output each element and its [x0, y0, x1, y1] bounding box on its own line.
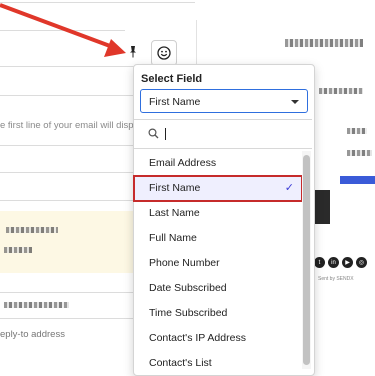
list-item-first-name[interactable]: First Name ✓	[133, 175, 303, 202]
list-item-phone-number[interactable]: Phone Number	[134, 251, 302, 276]
search-icon	[148, 128, 159, 139]
list-item-contact-ip-address[interactable]: Contact's IP Address	[134, 326, 302, 351]
dropdown-title: Select Field	[141, 73, 203, 85]
field-select-value: First Name	[149, 96, 201, 108]
list-item-label: Contact's IP Address	[149, 332, 246, 344]
list-item-label: Time Subscribed	[149, 307, 228, 319]
list-item-contact-list[interactable]: Contact's List	[134, 351, 302, 376]
checkmark-icon: ✓	[284, 182, 294, 194]
scrollbar-thumb[interactable]	[303, 155, 310, 365]
list-item-label: Date Subscribed	[149, 282, 227, 294]
list-item-label: Full Name	[149, 232, 197, 244]
search-input[interactable]	[165, 128, 166, 140]
list-item-last-name[interactable]: Last Name	[134, 201, 302, 226]
list-item-label: Phone Number	[149, 257, 220, 269]
select-field-dropdown: Select Field First Name Email Address Fi…	[133, 64, 315, 376]
list-item-label: Email Address	[149, 157, 217, 169]
field-select[interactable]: First Name	[140, 89, 308, 113]
list-item-email-address[interactable]: Email Address	[134, 151, 302, 176]
list-item-label: Last Name	[149, 207, 200, 219]
list-item-time-subscribed[interactable]: Time Subscribed	[134, 301, 302, 326]
field-search[interactable]	[134, 119, 312, 149]
list-item-full-name[interactable]: Full Name	[134, 226, 302, 251]
list-item-date-subscribed[interactable]: Date Subscribed	[134, 276, 302, 301]
list-item-label: Contact's List	[149, 357, 212, 369]
list-item-label: First Name	[149, 182, 201, 194]
caret-down-icon	[291, 100, 299, 104]
